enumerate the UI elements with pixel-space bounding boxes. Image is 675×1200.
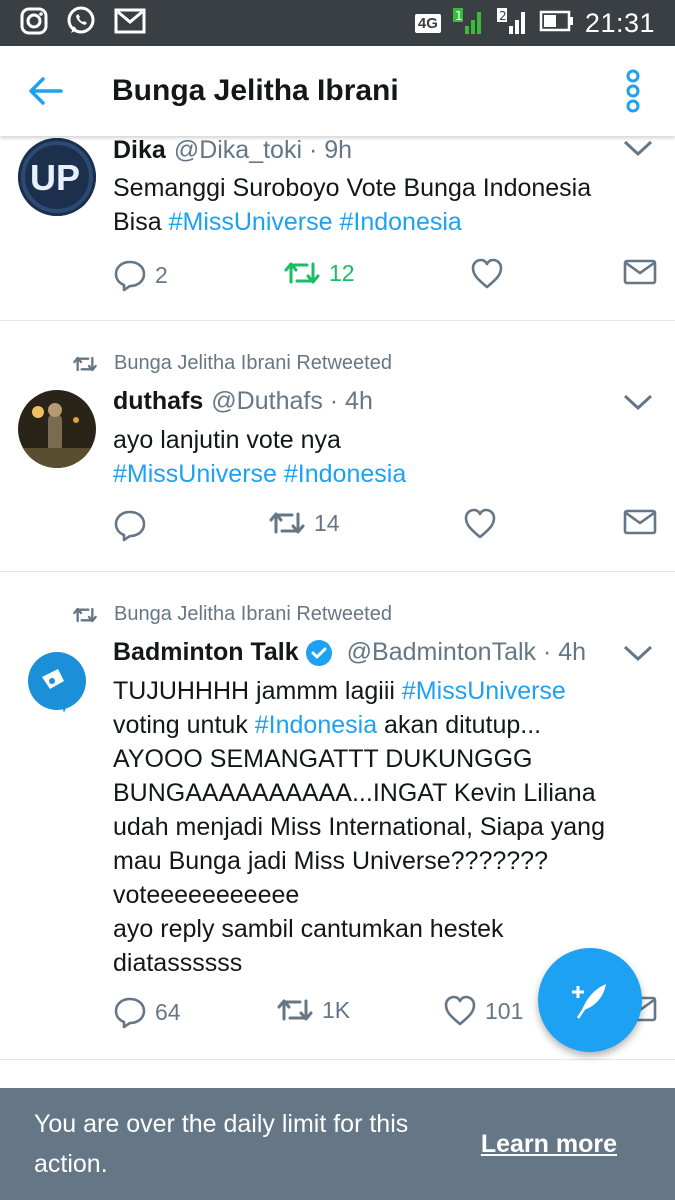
svg-text:2: 2 — [499, 9, 507, 23]
retweeted-by-label[interactable]: Bunga Jelitha Ibrani Retweeted — [114, 603, 392, 626]
avatar[interactable]: UP — [18, 138, 96, 216]
reply-icon — [114, 997, 146, 1029]
chevron-down-icon — [623, 140, 653, 157]
envelope-icon — [623, 509, 657, 535]
hashtag-link[interactable]: #Indonesia — [339, 208, 461, 236]
avatar[interactable] — [18, 390, 96, 468]
heart-icon — [464, 508, 496, 539]
signal-icon: 1 — [451, 6, 485, 41]
tweet-text: Semanggi Suroboyo Vote Bunga Indonesia B… — [113, 174, 592, 236]
more-vertical-icon — [626, 69, 640, 113]
tweet-menu-button[interactable] — [623, 394, 653, 417]
hashtag-link[interactable]: #MissUniverse — [113, 460, 277, 488]
overflow-menu-button[interactable] — [603, 46, 663, 136]
network-type-badge: 4G — [414, 13, 441, 33]
envelope-icon — [623, 259, 657, 285]
tweet-author-handle: @BadmintonTalk · 4h — [346, 638, 587, 666]
tweet-menu-button[interactable] — [623, 140, 653, 163]
hashtag-link[interactable]: #MissUniverse — [169, 208, 333, 236]
retweeted-by-label[interactable]: Bunga Jelitha Ibrani Retweeted — [114, 352, 392, 375]
reply-icon — [114, 510, 146, 542]
whatsapp-icon — [66, 6, 96, 41]
chevron-down-icon — [623, 394, 653, 411]
tweet-author-handle: @Dika_toki · 9h — [173, 136, 353, 164]
tweet-actions: 2 12 — [113, 258, 658, 298]
chevron-down-icon — [623, 645, 653, 662]
learn-more-link[interactable]: Learn more — [481, 1130, 617, 1159]
tweet-actions: 14 — [113, 508, 658, 548]
hashtag-link[interactable]: #MissUniverse — [402, 677, 566, 705]
snackbar-message: You are over the daily limit for this ac… — [34, 1110, 409, 1178]
verified-badge-icon — [305, 639, 333, 667]
like-button[interactable]: 101 — [443, 995, 523, 1027]
instagram-icon — [20, 7, 48, 40]
tweet-author-name[interactable]: Badminton Talk — [113, 638, 299, 667]
tweet-author-handle: @Duthafs · 4h — [211, 387, 373, 415]
retweet-button[interactable]: 1K — [276, 995, 350, 1025]
arrow-left-icon — [29, 77, 63, 105]
retweet-icon — [73, 356, 97, 371]
heart-icon — [471, 258, 503, 289]
retweet-icon — [73, 607, 97, 622]
svg-text:1: 1 — [455, 9, 463, 23]
hashtag-link[interactable]: #Indonesia — [255, 711, 377, 739]
tweet-text-badminton: TUJUHHHH jammm lagiii #MissUniverse voti… — [113, 677, 605, 977]
avatar[interactable] — [18, 641, 96, 719]
gmail-icon — [114, 8, 146, 39]
like-button[interactable] — [470, 258, 504, 290]
back-button[interactable] — [0, 46, 90, 136]
retweet-button[interactable]: 12 — [283, 258, 355, 288]
compose-feather-icon — [572, 984, 606, 1019]
tweet-menu-button[interactable] — [623, 645, 653, 668]
svg-text:UP: UP — [30, 157, 80, 198]
tweet[interactable]: UP Dika @Dika_toki · 9h Semanggi Suroboy… — [0, 136, 675, 321]
direct-message-button[interactable] — [623, 508, 657, 536]
clock: 21:31 — [584, 7, 655, 38]
signal-2-icon: 2 — [495, 6, 529, 41]
tweet-text: ayo lanjutin vote nya #MissUniverse #Ind… — [113, 426, 407, 488]
retweet-icon — [269, 512, 305, 534]
heart-icon — [444, 995, 476, 1026]
reply-button[interactable]: 64 — [113, 995, 181, 1029]
hashtag-link[interactable]: #Indonesia — [284, 460, 406, 488]
reply-button[interactable]: 2 — [113, 258, 168, 292]
like-button[interactable] — [463, 508, 497, 540]
tweet-author-name[interactable]: duthafs — [113, 387, 203, 416]
direct-message-button[interactable] — [623, 258, 657, 286]
compose-tweet-button[interactable] — [538, 948, 642, 1052]
status-bar: 4G 1 2 21:31 — [0, 0, 675, 46]
tweet[interactable]: Bunga Jelitha Ibrani Retweeted duthafs @… — [0, 322, 675, 572]
page-title: Bunga Jelitha Ibrani — [112, 74, 399, 107]
battery-icon — [539, 9, 575, 38]
retweet-icon — [277, 999, 313, 1021]
snackbar: You are over the daily limit for this ac… — [0, 1088, 675, 1200]
app-bar: Bunga Jelitha Ibrani — [0, 46, 675, 136]
retweet-button[interactable]: 14 — [268, 508, 340, 538]
tweet-author-name[interactable]: Dika — [113, 136, 166, 165]
retweet-icon — [284, 262, 320, 284]
reply-icon — [114, 260, 146, 292]
reply-button[interactable] — [113, 508, 147, 542]
